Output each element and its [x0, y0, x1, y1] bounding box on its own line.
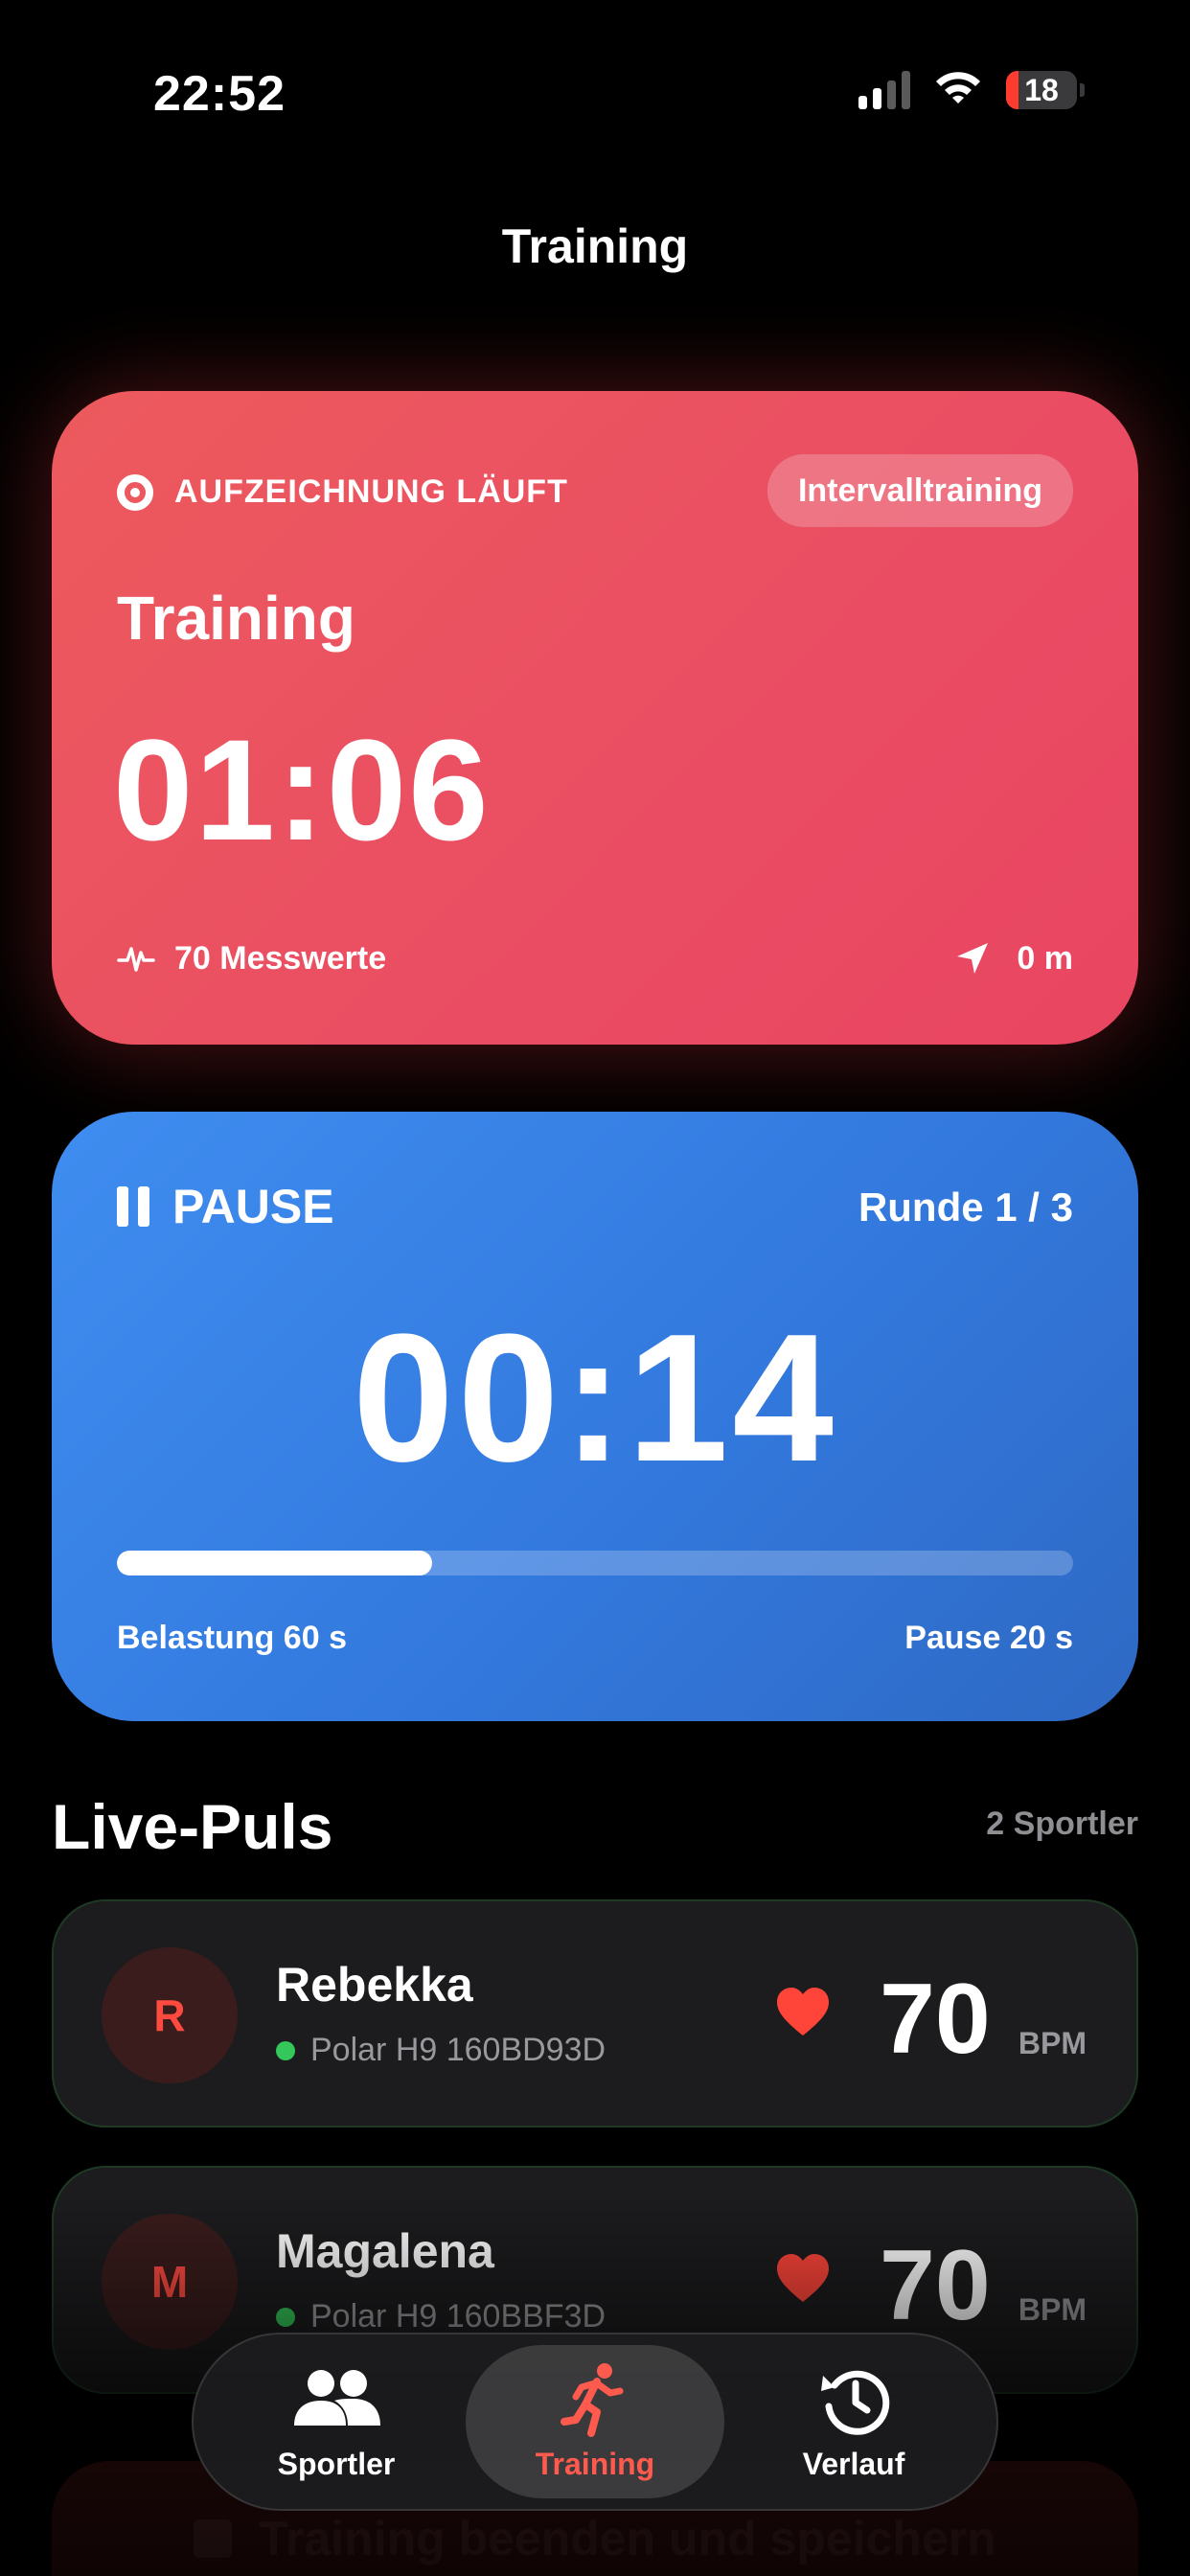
athlete-device: Polar H9 160BBF3D [276, 2298, 606, 2335]
device-label: Polar H9 160BBF3D [310, 2298, 606, 2334]
interval-round: Runde 1 / 3 [858, 1184, 1073, 1230]
avatar: M [102, 2214, 238, 2350]
record-icon [117, 473, 153, 511]
tab-label: Sportler [277, 2446, 396, 2481]
athlete-name: Magalena [276, 2224, 494, 2278]
recording-status: AUFZEICHNUNG LÄUFT [117, 473, 568, 511]
samples-label: 70 Messwerte [174, 939, 387, 977]
heart-icon [777, 2254, 829, 2302]
screen: 22:52 18 Training AUFZEICHNUNG LÄUFT Int… [0, 0, 1190, 2576]
heart-icon [777, 1988, 829, 2036]
rest-duration-label: Pause 20 s [904, 1620, 1073, 1656]
athlete-name: Rebekka [276, 1958, 473, 2012]
stop-icon [194, 2519, 233, 2558]
tab-bar: Sportler Training Verlauf [192, 2333, 998, 2511]
training-title: Training [117, 584, 355, 653]
heart-rate-value: 70 [880, 2230, 991, 2341]
pause-icon [117, 1186, 149, 1227]
tab-sportler[interactable]: Sportler [207, 2345, 466, 2498]
tab-label: Training [535, 2446, 655, 2481]
cellular-signal-icon [858, 71, 910, 109]
interval-timer: 00:14 [353, 1297, 837, 1500]
heart-rate-value: 70 [880, 1964, 991, 2075]
distance: 0 m [953, 939, 1073, 978]
recording-status-label: AUFZEICHNUNG LÄUFT [174, 473, 568, 510]
recording-card: AUFZEICHNUNG LÄUFT Intervalltraining Tra… [52, 391, 1138, 1045]
connected-status-dot [276, 2040, 295, 2060]
elapsed-timer: 01:06 [113, 709, 491, 870]
history-clock-icon [821, 2370, 890, 2435]
connected-status-dot [276, 2307, 295, 2327]
interval-phase-label: PAUSE [172, 1180, 334, 1233]
tab-label: Verlauf [802, 2446, 905, 2481]
heart-rate-unit: BPM [1018, 2026, 1087, 2060]
page-title: Training [501, 219, 689, 273]
status-icons: 18 [858, 71, 1085, 109]
heart-rate-unit: BPM [1018, 2292, 1087, 2327]
waveform-icon [117, 947, 155, 972]
distance-label: 0 m [1017, 939, 1073, 977]
running-figure-icon [561, 2362, 624, 2437]
wifi-icon [936, 72, 980, 104]
tab-verlauf[interactable]: Verlauf [724, 2345, 983, 2498]
work-duration-label: Belastung 60 s [117, 1620, 347, 1656]
training-mode-badge: Intervalltraining [767, 454, 1073, 527]
athlete-card[interactable]: R Rebekka Polar H9 160BD93D 70 BPM [52, 1899, 1138, 2128]
battery-level: 18 [1024, 72, 1059, 107]
athlete-device: Polar H9 160BD93D [276, 2032, 606, 2069]
end-training-label: Training beenden und speichern [259, 2512, 996, 2565]
interval-card: PAUSE Runde 1 / 3 00:14 Belastung 60 s P… [52, 1112, 1138, 1721]
avatar: R [102, 1947, 238, 2083]
tab-training[interactable]: Training [466, 2345, 724, 2498]
athlete-count: 2 Sportler [986, 1806, 1138, 1842]
interval-progress-fill [117, 1551, 433, 1576]
battery-icon: 18 [1006, 71, 1085, 109]
interval-progress-bar [117, 1551, 1073, 1576]
status-time: 22:52 [153, 66, 286, 122]
samples-count: 70 Messwerte [117, 939, 386, 978]
people-icon [294, 2369, 380, 2426]
live-pulse-title: Live-Puls [52, 1791, 333, 1862]
location-arrow-icon [957, 943, 989, 974]
interval-phase: PAUSE [117, 1179, 334, 1234]
device-label: Polar H9 160BD93D [310, 2032, 606, 2068]
